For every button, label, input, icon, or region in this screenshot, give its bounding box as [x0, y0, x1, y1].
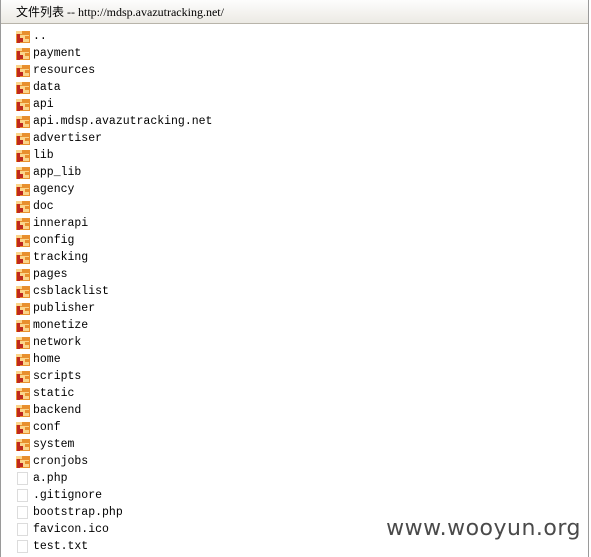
folder-icon — [16, 115, 30, 128]
item-name[interactable]: scripts — [33, 368, 81, 385]
folder-icon — [16, 47, 30, 60]
file-item[interactable]: a.php — [1, 470, 588, 487]
folder-item[interactable]: cronjobs — [1, 453, 588, 470]
folder-item[interactable]: advertiser — [1, 130, 588, 147]
item-name[interactable]: static — [33, 385, 74, 402]
folder-icon — [16, 217, 30, 230]
folder-icon — [16, 421, 30, 434]
item-name[interactable]: favicon.ico — [33, 521, 109, 538]
folder-icon — [16, 81, 30, 94]
folder-icon — [16, 302, 30, 315]
folder-item[interactable]: csblacklist — [1, 283, 588, 300]
folder-item[interactable]: config — [1, 232, 588, 249]
item-name[interactable]: system — [33, 436, 74, 453]
folder-item[interactable]: static — [1, 385, 588, 402]
folder-item[interactable]: .. — [1, 28, 588, 45]
folder-icon — [16, 285, 30, 298]
folder-icon — [16, 336, 30, 349]
item-name[interactable]: agency — [33, 181, 74, 198]
folder-item[interactable]: app_lib — [1, 164, 588, 181]
folder-icon — [16, 404, 30, 417]
file-icon — [16, 472, 30, 485]
folder-item[interactable]: doc — [1, 198, 588, 215]
folder-icon — [16, 149, 30, 162]
item-name[interactable]: config — [33, 232, 74, 249]
folder-item[interactable]: monetize — [1, 317, 588, 334]
file-list-title: 文件列表 -- http://mdsp.avazutracking.net/ — [16, 5, 224, 19]
item-name[interactable]: data — [33, 79, 61, 96]
item-name[interactable]: app_lib — [33, 164, 81, 181]
folder-icon — [16, 132, 30, 145]
folder-item[interactable]: tracking — [1, 249, 588, 266]
folder-icon — [16, 268, 30, 281]
item-name[interactable]: tracking — [33, 249, 88, 266]
item-name[interactable]: a.php — [33, 470, 68, 487]
folder-icon — [16, 98, 30, 111]
folder-icon — [16, 183, 30, 196]
folder-item[interactable]: system — [1, 436, 588, 453]
item-name[interactable]: .. — [33, 28, 47, 45]
folder-icon — [16, 166, 30, 179]
folder-item[interactable]: data — [1, 79, 588, 96]
folder-item[interactable]: backend — [1, 402, 588, 419]
folder-icon — [16, 353, 30, 366]
item-name[interactable]: test.txt — [33, 538, 88, 555]
item-name[interactable]: api.mdsp.avazutracking.net — [33, 113, 212, 130]
item-name[interactable]: monetize — [33, 317, 88, 334]
item-name[interactable]: lib — [33, 147, 54, 164]
folder-icon — [16, 455, 30, 468]
file-icon — [16, 523, 30, 536]
file-list: .. payment resources data api api.mdsp.avazut… — [1, 24, 588, 555]
folder-icon — [16, 387, 30, 400]
file-icon — [16, 540, 30, 553]
item-name[interactable]: api — [33, 96, 54, 113]
folder-icon — [16, 234, 30, 247]
folder-icon — [16, 64, 30, 77]
folder-item[interactable]: scripts — [1, 368, 588, 385]
folder-icon — [16, 438, 30, 451]
item-name[interactable]: bootstrap.php — [33, 504, 123, 521]
folder-item[interactable]: payment — [1, 45, 588, 62]
file-icon — [16, 489, 30, 502]
folder-item[interactable]: innerapi — [1, 215, 588, 232]
folder-item[interactable]: agency — [1, 181, 588, 198]
item-name[interactable]: innerapi — [33, 215, 88, 232]
item-name[interactable]: home — [33, 351, 61, 368]
item-name[interactable]: cronjobs — [33, 453, 88, 470]
folder-item[interactable]: publisher — [1, 300, 588, 317]
watermark: www.wooyun.org — [386, 516, 581, 541]
item-name[interactable]: resources — [33, 62, 95, 79]
folder-item[interactable]: api — [1, 96, 588, 113]
folder-item[interactable]: home — [1, 351, 588, 368]
item-name[interactable]: publisher — [33, 300, 95, 317]
file-list-header: 文件列表 -- http://mdsp.avazutracking.net/ — [1, 0, 588, 24]
item-name[interactable]: network — [33, 334, 81, 351]
item-name[interactable]: pages — [33, 266, 68, 283]
folder-item[interactable]: conf — [1, 419, 588, 436]
folder-item[interactable]: network — [1, 334, 588, 351]
file-item[interactable]: .gitignore — [1, 487, 588, 504]
folder-item[interactable]: pages — [1, 266, 588, 283]
folder-icon — [16, 30, 30, 43]
folder-item[interactable]: lib — [1, 147, 588, 164]
folder-item[interactable]: resources — [1, 62, 588, 79]
item-name[interactable]: advertiser — [33, 130, 102, 147]
file-list-window: 文件列表 -- http://mdsp.avazutracking.net/ .… — [0, 0, 589, 557]
item-name[interactable]: csblacklist — [33, 283, 109, 300]
item-name[interactable]: payment — [33, 45, 81, 62]
item-name[interactable]: .gitignore — [33, 487, 102, 504]
item-name[interactable]: conf — [33, 419, 61, 436]
folder-item[interactable]: api.mdsp.avazutracking.net — [1, 113, 588, 130]
file-icon — [16, 506, 30, 519]
folder-icon — [16, 319, 30, 332]
folder-icon — [16, 370, 30, 383]
item-name[interactable]: backend — [33, 402, 81, 419]
folder-icon — [16, 251, 30, 264]
folder-icon — [16, 200, 30, 213]
item-name[interactable]: doc — [33, 198, 54, 215]
